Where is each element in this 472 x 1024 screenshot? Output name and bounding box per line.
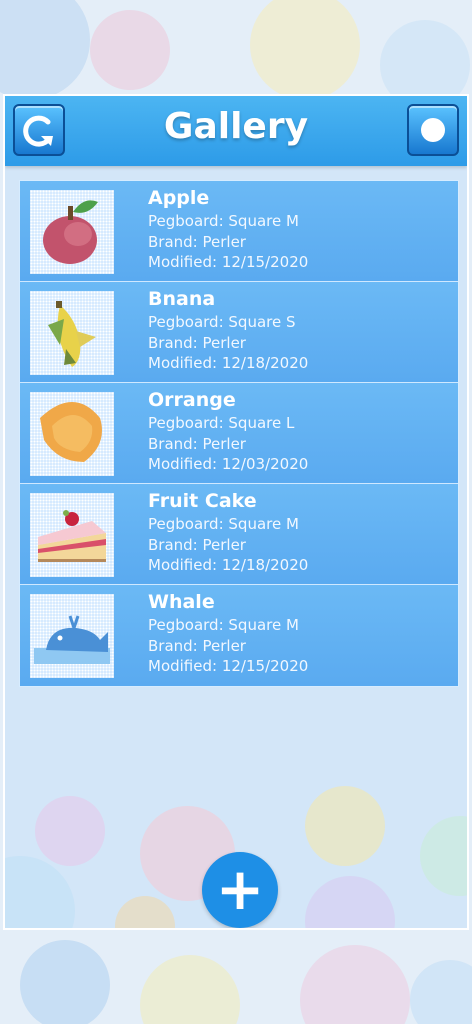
whale-thumbnail	[30, 594, 114, 678]
item-pegboard: Pegboard: Square M	[148, 515, 299, 533]
header-bar: Gallery	[5, 96, 467, 166]
record-icon	[421, 118, 445, 142]
list-item[interactable]: Fruit Cake Pegboard: Square M Brand: Per…	[20, 484, 458, 585]
orange-slice-icon	[40, 402, 102, 462]
gallery-panel: Gallery Apple Pegboard: Square M Brand: …	[3, 94, 469, 930]
item-name: Fruit Cake	[148, 490, 257, 512]
item-name: Bnana	[148, 288, 216, 310]
item-name: Orrange	[148, 389, 236, 411]
item-brand: Brand: Perler	[148, 536, 246, 554]
item-brand: Brand: Perler	[148, 233, 246, 251]
item-pegboard: Pegboard: Square L	[148, 414, 295, 432]
list-item[interactable]: Orrange Pegboard: Square L Brand: Perler…	[20, 383, 458, 484]
record-button[interactable]	[407, 104, 459, 156]
item-name: Apple	[148, 187, 210, 209]
item-brand: Brand: Perler	[148, 435, 246, 453]
list-item[interactable]: Bnana Pegboard: Square S Brand: Perler M…	[20, 282, 458, 383]
item-modified: Modified: 12/18/2020	[148, 354, 309, 372]
apple-thumbnail	[30, 190, 114, 274]
list-item[interactable]: Apple Pegboard: Square M Brand: Perler M…	[20, 181, 458, 282]
gallery-list: Apple Pegboard: Square M Brand: Perler M…	[19, 180, 459, 687]
banana-thumbnail	[30, 291, 114, 375]
orange-thumbnail	[30, 392, 114, 476]
cake-icon	[38, 510, 106, 562]
banana-icon	[48, 301, 96, 367]
item-modified: Modified: 12/18/2020	[148, 556, 309, 574]
item-modified: Modified: 12/15/2020	[148, 253, 309, 271]
item-pegboard: Pegboard: Square S	[148, 313, 296, 331]
page-title: Gallery	[163, 106, 309, 147]
whale-icon	[34, 615, 110, 664]
cake-thumbnail	[30, 493, 114, 577]
item-brand: Brand: Perler	[148, 637, 246, 655]
item-pegboard: Pegboard: Square M	[148, 212, 299, 230]
item-modified: Modified: 12/15/2020	[148, 657, 309, 675]
item-name: Whale	[148, 591, 215, 613]
item-modified: Modified: 12/03/2020	[148, 455, 309, 473]
add-button[interactable]: +	[202, 852, 278, 928]
item-pegboard: Pegboard: Square M	[148, 616, 299, 634]
list-item[interactable]: Whale Pegboard: Square M Brand: Perler M…	[20, 585, 458, 686]
item-brand: Brand: Perler	[148, 334, 246, 352]
apple-icon	[43, 200, 98, 264]
